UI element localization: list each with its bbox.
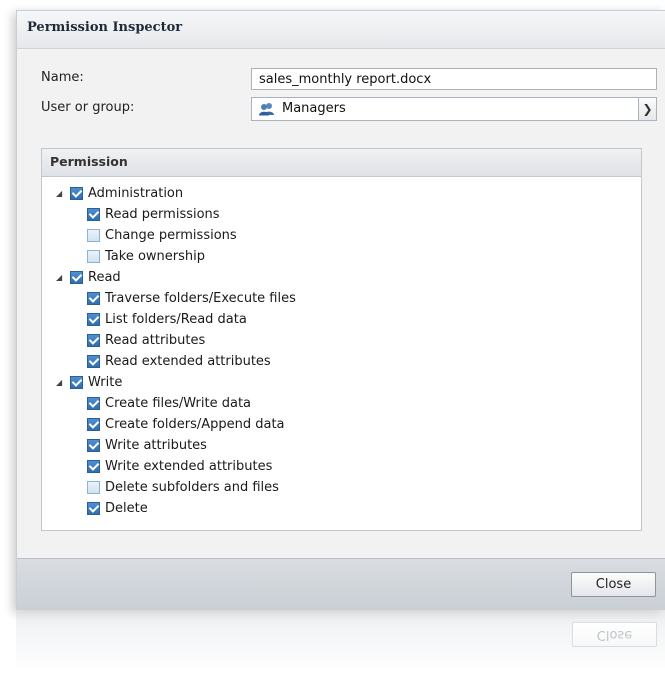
tree-group-read[interactable]: ◢ Read <box>56 267 121 287</box>
perm-label: Read permissions <box>105 206 220 222</box>
group-label: User or group: <box>41 100 135 115</box>
checkbox-take-ownership[interactable] <box>87 249 100 263</box>
checkbox-delete[interactable] <box>87 501 100 515</box>
perm-list-folders[interactable]: List folders/Read data <box>87 309 247 329</box>
checkbox-delete-subfolders[interactable] <box>87 480 100 494</box>
perm-label: Read extended attributes <box>105 353 271 369</box>
checkbox-create-files[interactable] <box>87 396 100 410</box>
checkbox-read-permissions[interactable] <box>87 207 100 221</box>
chevron-down-icon[interactable]: ❯ <box>638 98 656 120</box>
perm-label: Create files/Write data <box>105 395 252 411</box>
checkbox-traverse-folders[interactable] <box>87 291 100 305</box>
perm-delete[interactable]: Delete <box>87 498 148 518</box>
title-bar: Permission Inspector <box>17 11 665 49</box>
tree-group-label: Administration <box>88 185 184 201</box>
dialog-footer: Close <box>17 558 665 609</box>
group-value: Managers <box>282 101 346 116</box>
perm-change-permissions[interactable]: Change permissions <box>87 225 237 245</box>
perm-write-extended-attributes[interactable]: Write extended attributes <box>87 456 272 476</box>
name-field[interactable] <box>251 68 657 90</box>
permission-panel: Permission ◢ Administration Read permiss… <box>41 148 642 531</box>
checkbox-list-folders[interactable] <box>87 312 100 326</box>
permission-header: Permission <box>42 149 641 177</box>
perm-create-folders[interactable]: Create folders/Append data <box>87 414 285 434</box>
checkbox-create-folders[interactable] <box>87 417 100 431</box>
tree-group-write[interactable]: ◢ Write <box>56 372 122 392</box>
expand-triangle-icon[interactable]: ◢ <box>56 189 65 198</box>
permission-inspector-dialog: Permission Inspector Name: User or group… <box>16 10 665 610</box>
perm-label: Write extended attributes <box>105 458 273 474</box>
checkbox-write-extended-attributes[interactable] <box>87 459 100 473</box>
perm-create-files[interactable]: Create files/Write data <box>87 393 251 413</box>
expand-triangle-icon[interactable]: ◢ <box>56 273 65 282</box>
checkbox-write-attributes[interactable] <box>87 438 100 452</box>
perm-label: Create folders/Append data <box>105 416 285 432</box>
checkbox-write[interactable] <box>70 375 83 389</box>
close-button[interactable]: Close <box>571 572 656 597</box>
checkbox-change-permissions[interactable] <box>87 228 100 242</box>
checkbox-administration[interactable] <box>70 186 83 200</box>
perm-label: Write attributes <box>105 437 207 453</box>
checkbox-read-attributes[interactable] <box>87 333 100 347</box>
perm-label: Read attributes <box>105 332 206 348</box>
perm-label: Take ownership <box>105 248 205 264</box>
close-button-reflection: Close <box>572 622 657 647</box>
tree-group-label: Write <box>88 374 123 390</box>
dialog-reflection <box>16 610 665 670</box>
checkbox-read[interactable] <box>70 270 83 284</box>
perm-label: Traverse folders/Execute files <box>105 290 296 306</box>
permission-header-label: Permission <box>50 154 128 169</box>
perm-label: Delete subfolders and files <box>105 479 279 495</box>
checkbox-read-extended-attributes[interactable] <box>87 354 100 368</box>
perm-label: List folders/Read data <box>105 311 247 327</box>
perm-read-permissions[interactable]: Read permissions <box>87 204 220 224</box>
perm-read-attributes[interactable]: Read attributes <box>87 330 205 350</box>
user-group-icon <box>259 103 274 116</box>
tree-group-administration[interactable]: ◢ Administration <box>56 183 183 203</box>
perm-label: Change permissions <box>105 227 237 243</box>
perm-traverse-folders[interactable]: Traverse folders/Execute files <box>87 288 296 308</box>
perm-take-ownership[interactable]: Take ownership <box>87 246 205 266</box>
name-label: Name: <box>41 70 84 85</box>
dialog-title: Permission Inspector <box>27 20 183 35</box>
user-group-select[interactable]: Managers ❯ <box>251 97 657 121</box>
perm-write-attributes[interactable]: Write attributes <box>87 435 207 455</box>
expand-triangle-icon[interactable]: ◢ <box>56 378 65 387</box>
tree-group-label: Read <box>88 269 121 285</box>
perm-read-extended-attributes[interactable]: Read extended attributes <box>87 351 271 371</box>
perm-delete-subfolders[interactable]: Delete subfolders and files <box>87 477 279 497</box>
perm-label: Delete <box>105 500 148 516</box>
